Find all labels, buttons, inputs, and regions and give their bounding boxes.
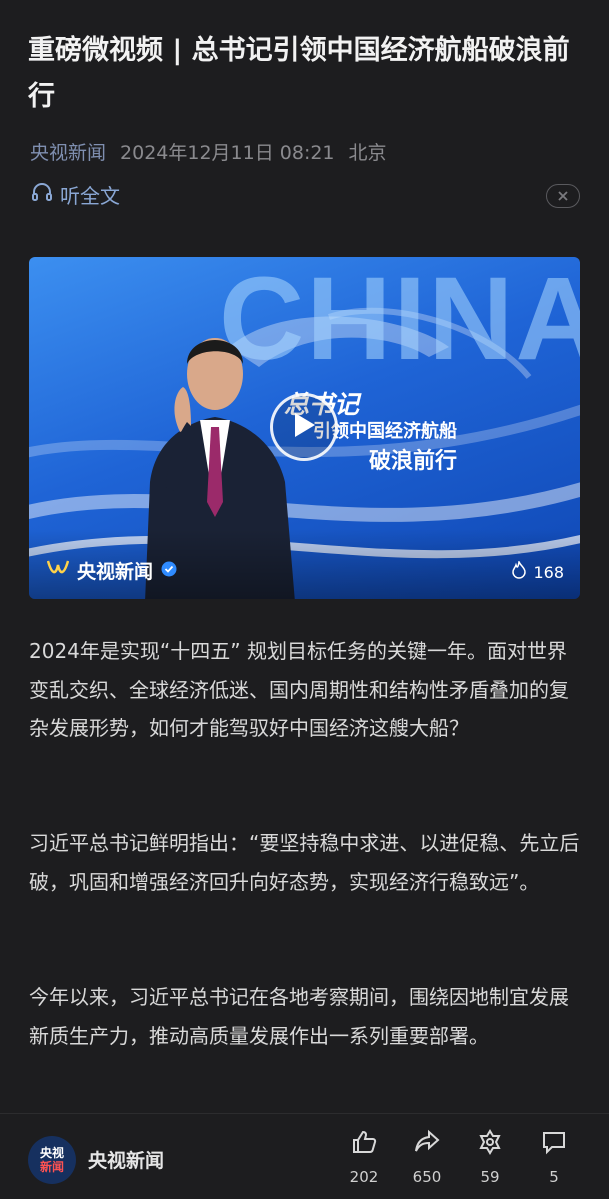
like-button[interactable]: 202: [334, 1128, 394, 1186]
video-player[interactable]: CHINA 总书记 引领中国经济航船 破浪前行 央视新闻 168: [29, 257, 580, 599]
article-paragraph-1: 2024年是实现“十四五” 规划目标任务的关键一年。面对世界变乱交织、全球经济低…: [29, 639, 569, 740]
article-meta: 央视新闻 2024年12月11日 08:21 北京: [30, 138, 387, 165]
share-button[interactable]: 650: [397, 1128, 457, 1186]
cctv-news-logo-icon: [46, 559, 70, 582]
video-brand: 央视新闻: [46, 557, 177, 584]
article-title: 重磅微视频 | 总书记引领中国经济航船破浪前行: [28, 35, 570, 112]
comment-count: 5: [549, 1168, 559, 1186]
video-brand-name: 央视新闻: [77, 561, 154, 583]
recommend-icon: [476, 1128, 504, 1160]
play-button[interactable]: [270, 393, 338, 461]
comment-button[interactable]: 5: [524, 1128, 584, 1186]
article-paragraph-3: 今年以来，习近平总书记在各地考察期间，围绕因地制宜发展新质生产力，推动高质量发展…: [29, 985, 569, 1048]
video-like-count: 168: [533, 562, 564, 582]
account-name[interactable]: 央视新闻: [88, 1146, 164, 1173]
verified-badge-icon: [161, 560, 177, 582]
share-icon: [413, 1128, 441, 1160]
listen-full-text-button[interactable]: 听全文: [30, 180, 120, 209]
recommend-button[interactable]: 59: [460, 1128, 520, 1186]
recommend-count: 59: [480, 1168, 500, 1186]
account-avatar[interactable]: 央视 新闻: [28, 1136, 76, 1184]
footer-bar: 央视 新闻 央视新闻 202 650 59 5: [0, 1114, 609, 1199]
video-likes: 168: [511, 559, 564, 583]
avatar-text-bottom: 新闻: [39, 1160, 64, 1174]
like-count: 202: [349, 1168, 379, 1186]
listen-label: 听全文: [60, 184, 120, 208]
headphones-icon: [30, 180, 54, 209]
share-count: 650: [412, 1168, 442, 1186]
article-source[interactable]: 央视新闻: [30, 138, 106, 165]
avatar-text-top: 央视: [39, 1146, 64, 1160]
play-icon: [291, 411, 317, 443]
thumbs-up-icon: [350, 1128, 378, 1160]
close-icon: [557, 187, 569, 206]
article-location: 北京: [348, 142, 387, 164]
comment-icon: [540, 1128, 568, 1160]
article-paragraph-2: 习近平总书记鲜明指出：“要坚持稳中求进、以进促稳、先立后破，巩固和增强经济回升向…: [29, 831, 580, 894]
flame-icon: [511, 559, 527, 583]
article-datetime: 2024年12月11日 08:21: [120, 142, 335, 164]
video-headline-3: 破浪前行: [369, 448, 458, 474]
close-audio-button[interactable]: [546, 184, 580, 208]
